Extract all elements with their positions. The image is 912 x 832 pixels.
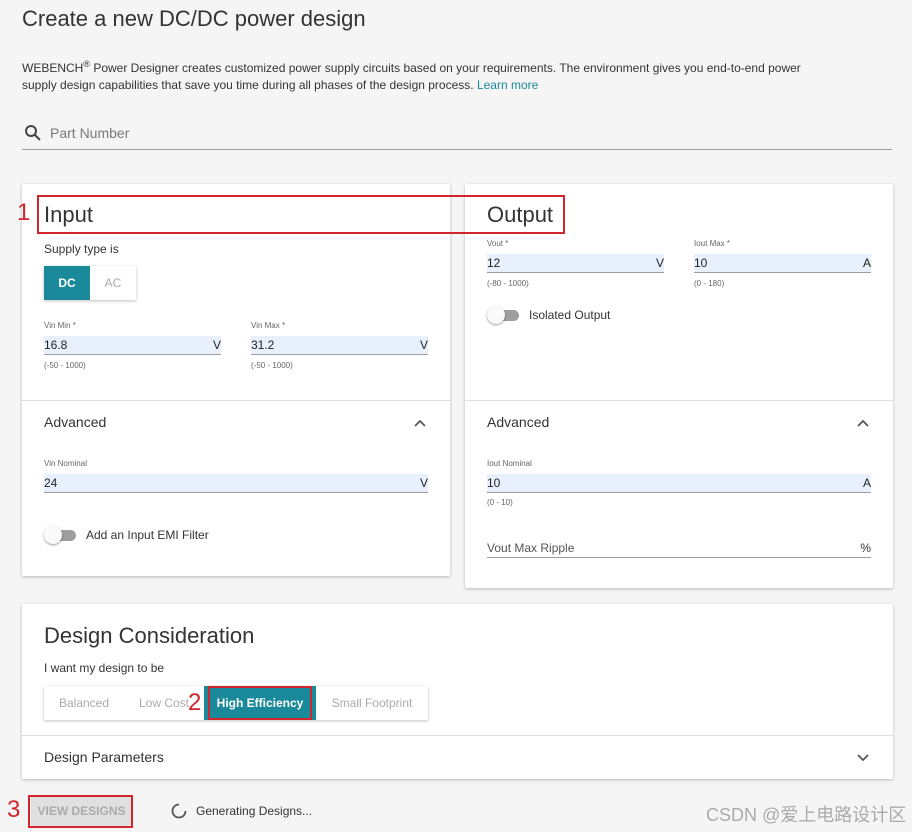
part-number-input[interactable]: [48, 124, 872, 142]
isolated-output-label: Isolated Output: [529, 308, 611, 322]
vin-nominal-unit: V: [419, 476, 428, 490]
annotation-number-2: 2: [188, 689, 202, 716]
iout-max-field[interactable]: 10 A: [694, 254, 871, 273]
description-text: Power Designer creates customized power …: [22, 61, 801, 92]
vout-range: (-80 - 1000): [487, 279, 529, 288]
input-advanced-header[interactable]: Advanced: [44, 414, 106, 430]
vout-max-ripple-unit: %: [860, 541, 871, 555]
annotation-box-2: [208, 686, 312, 720]
iout-nominal-range: (0 - 10): [487, 498, 513, 507]
page-title: Create a new DC/DC power design: [22, 6, 366, 31]
iout-nominal-value: 10: [487, 476, 501, 490]
watermark: CSDN @爱上电路设计区: [706, 805, 907, 825]
chevron-down-icon[interactable]: [856, 751, 870, 765]
output-card: Output Vout * 12 V (-80 - 1000) Iout Max…: [465, 184, 893, 588]
option-balanced[interactable]: Balanced: [44, 686, 124, 720]
design-parameters-header[interactable]: Design Parameters: [44, 749, 164, 765]
option-small-footprint[interactable]: Small Footprint: [316, 686, 428, 720]
generating-status: Generating Designs...: [196, 804, 313, 818]
design-consideration-card: Design Consideration I want my design to…: [22, 604, 893, 779]
design-consideration-title: Design Consideration: [44, 623, 255, 648]
iout-max-unit: A: [862, 256, 871, 270]
supply-type-toggle: DC AC: [44, 266, 136, 300]
vout-max-ripple-field[interactable]: Vout Max Ripple %: [487, 539, 871, 558]
search-icon: [25, 125, 41, 141]
annotation-number-3: 3: [7, 796, 21, 823]
supply-type-label: Supply type is: [44, 242, 119, 256]
supply-type-dc[interactable]: DC: [44, 266, 90, 300]
toggle-knob: [487, 306, 505, 324]
output-advanced-header[interactable]: Advanced: [487, 414, 549, 430]
design-prompt: I want my design to be: [44, 661, 165, 675]
vin-max-range: (-50 - 1000): [251, 361, 293, 370]
vout-max-ripple-placeholder: Vout Max Ripple: [487, 541, 575, 555]
vin-nominal-field[interactable]: 24 V: [44, 474, 428, 493]
vin-nominal-label: Vin Nominal: [44, 459, 87, 468]
annotation-box-3: [28, 795, 133, 828]
vin-max-label: Vin Max *: [251, 321, 286, 330]
vout-label: Vout *: [487, 239, 509, 248]
page-description: WEBENCH® Power Designer creates customiz…: [22, 56, 802, 94]
vin-min-unit: V: [212, 338, 221, 352]
iout-nominal-field[interactable]: 10 A: [487, 474, 871, 493]
supply-type-ac[interactable]: AC: [90, 266, 136, 300]
input-card: Input Supply type is DC AC Vin Min * 16.…: [22, 184, 450, 576]
vout-value: 12: [487, 256, 501, 270]
isolated-output-toggle[interactable]: [487, 305, 521, 325]
iout-nominal-label: Iout Nominal: [487, 459, 532, 468]
vin-max-unit: V: [419, 338, 428, 352]
vout-field[interactable]: 12 V: [487, 254, 664, 273]
vin-max-value: 31.2: [251, 338, 275, 352]
vin-nominal-value: 24: [44, 476, 58, 490]
part-number-search[interactable]: [22, 118, 892, 150]
vin-min-value: 16.8: [44, 338, 68, 352]
vin-min-range: (-50 - 1000): [44, 361, 86, 370]
learn-more-link[interactable]: Learn more: [477, 78, 538, 92]
iout-max-value: 10: [694, 256, 708, 270]
vin-max-field[interactable]: 31.2 V: [251, 336, 428, 355]
chevron-up-icon[interactable]: [413, 416, 427, 430]
iout-max-range: (0 - 180): [694, 279, 725, 288]
iout-nominal-unit: A: [862, 476, 871, 490]
annotation-number-1: 1: [17, 199, 31, 226]
vout-unit: V: [655, 256, 664, 270]
loading-spinner-icon: [171, 803, 187, 819]
emi-filter-label: Add an Input EMI Filter: [86, 528, 209, 542]
divider: [22, 400, 450, 401]
vin-min-field[interactable]: 16.8 V: [44, 336, 221, 355]
vin-min-label: Vin Min *: [44, 321, 76, 330]
brand-name: WEBENCH: [22, 61, 84, 75]
emi-filter-toggle[interactable]: [44, 525, 78, 545]
chevron-up-icon[interactable]: [856, 416, 870, 430]
divider: [465, 400, 893, 401]
iout-max-label: Iout Max *: [694, 239, 731, 248]
divider: [22, 735, 893, 736]
toggle-knob: [44, 526, 62, 544]
annotation-box-1: [37, 195, 565, 234]
registered-mark: ®: [83, 59, 90, 69]
